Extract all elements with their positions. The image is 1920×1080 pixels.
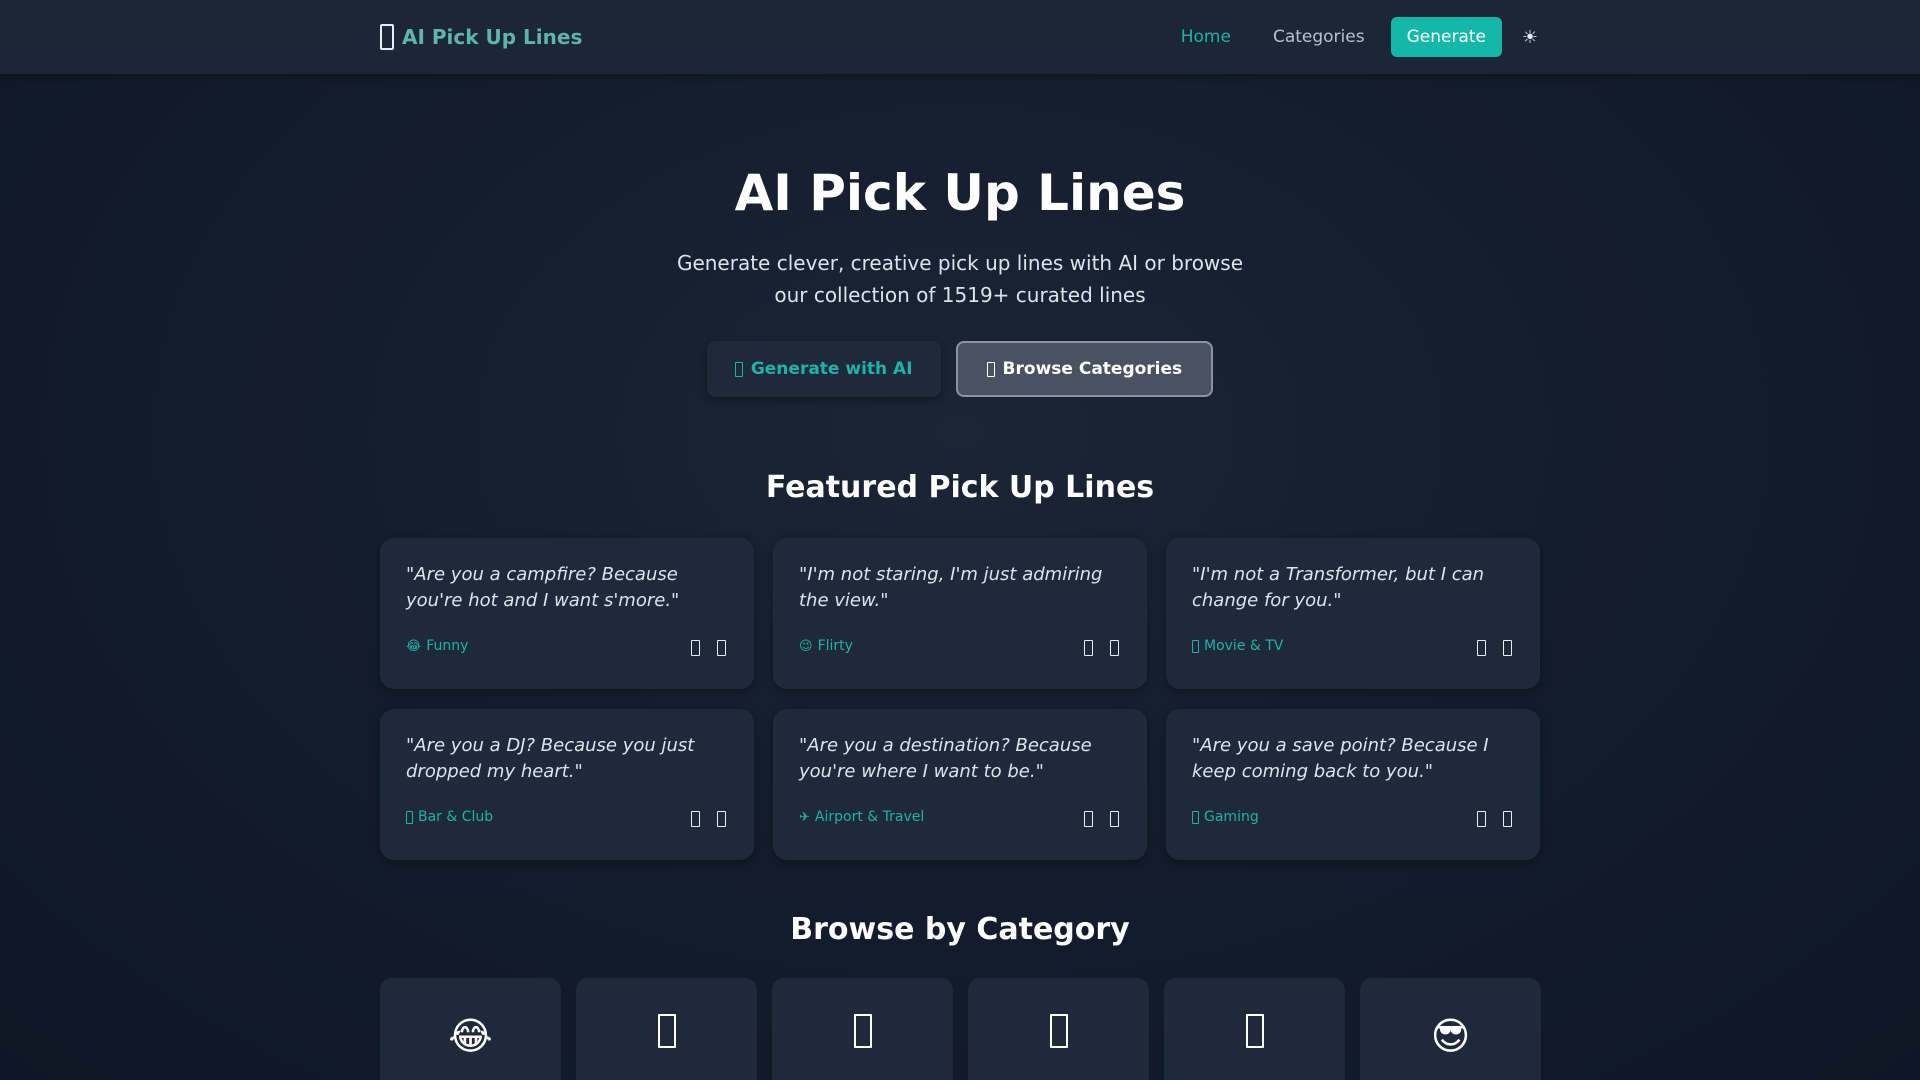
category-tile[interactable] bbox=[1164, 978, 1345, 1080]
category-tag-label: Gaming bbox=[1204, 809, 1259, 825]
sparkle-icon bbox=[734, 361, 743, 377]
copy-icon[interactable] bbox=[691, 811, 700, 827]
top-navbar: AI Pick Up Lines Home Categories Generat… bbox=[0, 0, 1920, 74]
copy-icon[interactable] bbox=[1477, 811, 1486, 827]
category-tile-funny[interactable]: 😂 bbox=[380, 978, 561, 1080]
card-actions bbox=[1477, 811, 1512, 827]
category-icon bbox=[853, 1014, 872, 1048]
category-icon bbox=[1245, 1014, 1264, 1048]
generate-with-ai-label: Generate with AI bbox=[750, 359, 913, 379]
category-icon bbox=[657, 1014, 676, 1048]
movie-icon bbox=[1192, 639, 1199, 653]
card-actions bbox=[691, 640, 726, 656]
nav-home-link[interactable]: Home bbox=[1160, 17, 1252, 57]
category-tag[interactable]: Gaming bbox=[1192, 809, 1259, 825]
gaming-icon bbox=[1192, 810, 1199, 824]
share-icon[interactable] bbox=[1110, 811, 1119, 827]
pickup-line-text: "Are you a save point? Because I keep co… bbox=[1192, 735, 1489, 782]
pickup-line-text: "I'm not a Transformer, but I can change… bbox=[1192, 564, 1485, 611]
laughing-emoji-icon: 😂 bbox=[448, 1014, 493, 1058]
share-icon[interactable] bbox=[1110, 640, 1119, 656]
pickup-line-card: "Are you a destination? Because you're w… bbox=[773, 709, 1147, 860]
category-tag-label: Airport & Travel bbox=[814, 809, 925, 825]
card-actions bbox=[1477, 640, 1512, 656]
category-tile[interactable] bbox=[968, 978, 1149, 1080]
category-tag-label: Funny bbox=[426, 638, 469, 654]
browse-section-title: Browse by Category bbox=[790, 912, 1130, 947]
category-tiles-grid: 😂 😎 bbox=[380, 978, 1541, 1080]
nav-categories-link[interactable]: Categories bbox=[1252, 17, 1386, 57]
category-tag-label: Movie & TV bbox=[1204, 638, 1284, 654]
copy-icon[interactable] bbox=[1084, 640, 1093, 656]
share-icon[interactable] bbox=[1503, 640, 1512, 656]
featured-cards-grid: "Are you a campfire? Because you're hot … bbox=[380, 538, 1540, 860]
category-tile-cool[interactable]: 😎 bbox=[1360, 978, 1541, 1080]
browse-categories-label: Browse Categories bbox=[1002, 359, 1183, 379]
hero-title: AI Pick Up Lines bbox=[734, 164, 1186, 222]
category-tile[interactable] bbox=[576, 978, 757, 1080]
share-icon[interactable] bbox=[1503, 811, 1512, 827]
share-icon[interactable] bbox=[717, 640, 726, 656]
category-tag-label: Bar & Club bbox=[418, 809, 494, 825]
pickup-line-text: "Are you a campfire? Because you're hot … bbox=[406, 564, 680, 611]
brand-logo[interactable]: AI Pick Up Lines bbox=[380, 22, 582, 52]
category-tag[interactable]: Bar & Club bbox=[406, 809, 493, 825]
brand-icon bbox=[380, 24, 394, 50]
category-tag[interactable]: 😉 Flirty bbox=[799, 638, 853, 654]
copy-icon[interactable] bbox=[691, 640, 700, 656]
hero-buttons: Generate with AI Browse Categories bbox=[0, 341, 1920, 397]
featured-section-title: Featured Pick Up Lines bbox=[765, 470, 1155, 505]
hero-subtitle: Generate clever, creative pick up lines … bbox=[676, 251, 1244, 307]
pickup-line-card: "Are you a campfire? Because you're hot … bbox=[380, 538, 754, 689]
browse-categories-button[interactable]: Browse Categories bbox=[955, 341, 1214, 397]
bar-icon bbox=[406, 810, 413, 824]
main-nav: Home Categories Generate ☀ bbox=[1160, 17, 1540, 57]
card-actions bbox=[691, 811, 726, 827]
copy-icon[interactable] bbox=[1477, 640, 1486, 656]
nav-generate-button[interactable]: Generate bbox=[1390, 17, 1502, 57]
theme-toggle-sun-icon[interactable]: ☀ bbox=[1520, 27, 1540, 48]
category-tag-label: Flirty bbox=[817, 638, 853, 654]
pickup-line-text: "I'm not staring, I'm just admiring the … bbox=[799, 564, 1103, 611]
pickup-line-card: "Are you a DJ? Because you just dropped … bbox=[380, 709, 754, 860]
category-tag[interactable]: 😂 Funny bbox=[406, 638, 468, 654]
pickup-line-card: "I'm not a Transformer, but I can change… bbox=[1166, 538, 1540, 689]
card-actions bbox=[1084, 640, 1119, 656]
category-tile[interactable] bbox=[772, 978, 953, 1080]
category-tag[interactable]: Movie & TV bbox=[1192, 638, 1283, 654]
copy-icon[interactable] bbox=[1084, 811, 1093, 827]
pickup-line-card: "I'm not staring, I'm just admiring the … bbox=[773, 538, 1147, 689]
laughing-emoji-icon: 😂 bbox=[406, 638, 422, 654]
brand-name: AI Pick Up Lines bbox=[402, 25, 583, 49]
card-actions bbox=[1084, 811, 1119, 827]
pickup-line-card: "Are you a save point? Because I keep co… bbox=[1166, 709, 1540, 860]
category-tag[interactable]: ✈ Airport & Travel bbox=[799, 809, 924, 825]
generate-with-ai-button[interactable]: Generate with AI bbox=[706, 341, 941, 397]
airplane-icon: ✈ bbox=[799, 809, 810, 825]
sunglasses-emoji-icon: 😎 bbox=[1430, 1014, 1471, 1058]
winking-emoji-icon: 😉 bbox=[799, 638, 813, 654]
share-icon[interactable] bbox=[717, 811, 726, 827]
pickup-line-text: "Are you a destination? Because you're w… bbox=[799, 735, 1092, 782]
category-icon bbox=[1049, 1014, 1068, 1048]
pickup-line-text: "Are you a DJ? Because you just dropped … bbox=[406, 735, 695, 782]
books-icon bbox=[986, 361, 995, 377]
